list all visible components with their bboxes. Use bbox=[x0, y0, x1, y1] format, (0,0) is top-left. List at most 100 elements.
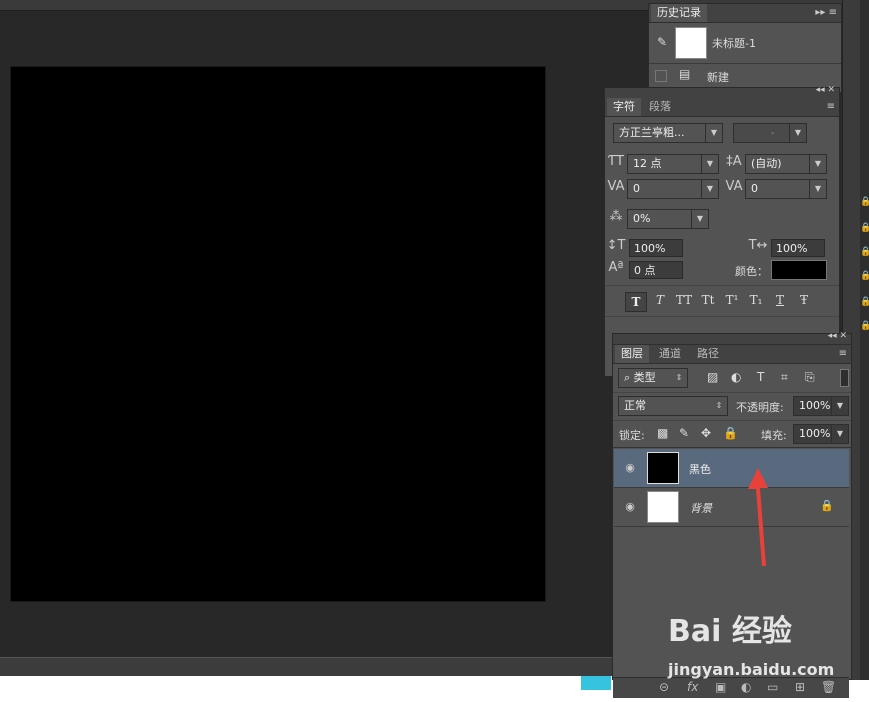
dock-strip bbox=[860, 0, 869, 680]
eye-icon[interactable]: ◉ bbox=[623, 461, 637, 474]
subscript-button[interactable]: T₁ bbox=[745, 293, 767, 307]
document-canvas[interactable] bbox=[11, 67, 545, 601]
layer-style-icon[interactable]: fx bbox=[687, 680, 698, 694]
lock-icon: 🔒 bbox=[860, 223, 869, 233]
document-icon: ▤ bbox=[679, 67, 691, 81]
fill-input[interactable]: 100% ▼ bbox=[793, 424, 849, 444]
layers-panel-titlebar: ◂◂ ✕ bbox=[613, 331, 851, 345]
chevron-down-icon: ▼ bbox=[789, 124, 806, 142]
snapshot-thumbnail bbox=[675, 27, 707, 59]
blend-mode-select[interactable]: 正常 ⇕ bbox=[618, 396, 728, 416]
chevron-updown-icon: ⇕ bbox=[715, 401, 723, 410]
new-layer-icon[interactable]: ⊞ bbox=[795, 680, 805, 694]
tab-layers[interactable]: 图层 bbox=[615, 345, 649, 363]
snapshot-name: 未标题-1 bbox=[712, 37, 756, 50]
link-layers-icon[interactable]: ⊝ bbox=[659, 680, 669, 694]
vertical-scale-input[interactable]: 100% bbox=[629, 239, 683, 257]
pixel-filter-icon[interactable]: ▨ bbox=[707, 370, 718, 384]
kerning-value: 0 bbox=[633, 182, 640, 195]
lock-transparent-icon[interactable]: ▩ bbox=[657, 426, 668, 440]
chevron-down-icon: ▼ bbox=[831, 397, 848, 415]
leading-select[interactable]: (自动) ▼ bbox=[745, 154, 827, 174]
kerning-select[interactable]: 0 ▼ bbox=[627, 179, 719, 199]
tab-channels[interactable]: 通道 bbox=[653, 345, 687, 363]
collapse-close-icon[interactable]: ◂◂ ✕ bbox=[828, 331, 847, 341]
divider bbox=[605, 316, 839, 317]
fill-value: 100% bbox=[799, 427, 831, 440]
history-checkbox[interactable] bbox=[655, 70, 667, 82]
chevron-down-icon: ▼ bbox=[701, 155, 718, 173]
layers-footer: ⊝ fx ▣ ◐ ▭ ⊞ 🗑 bbox=[613, 677, 849, 698]
tab-paragraph[interactable]: 段落 bbox=[643, 98, 677, 116]
font-size-select[interactable]: 12 点 ▼ bbox=[627, 154, 719, 174]
divider bbox=[613, 447, 851, 448]
baseline-shift-input[interactable]: 0 点 bbox=[629, 261, 683, 279]
font-family-select[interactable]: 方正兰亭粗... ▼ bbox=[613, 123, 723, 143]
lock-icon: 🔒 bbox=[860, 321, 869, 331]
filter-toggle[interactable] bbox=[840, 369, 849, 387]
eye-icon[interactable]: ◉ bbox=[623, 500, 637, 513]
small-caps-button[interactable]: Tt bbox=[697, 293, 719, 307]
tab-paths[interactable]: 路径 bbox=[691, 345, 725, 363]
chevron-down-icon: ▼ bbox=[809, 180, 826, 198]
layer-row[interactable]: ◉ 黑色 bbox=[614, 449, 849, 488]
lock-icon: 🔒 bbox=[860, 247, 869, 257]
brush-source-icon[interactable]: ✎ bbox=[654, 35, 670, 49]
divider bbox=[605, 285, 839, 286]
chevron-down-icon: ▼ bbox=[691, 210, 708, 228]
layer-filter-value: 类型 bbox=[633, 371, 656, 384]
arrow-shape bbox=[748, 468, 768, 566]
tab-character[interactable]: 字符 bbox=[607, 98, 641, 116]
opacity-input[interactable]: 100% ▼ bbox=[793, 396, 849, 416]
text-color-swatch[interactable] bbox=[771, 260, 827, 280]
type-filter-icon[interactable]: T bbox=[757, 370, 764, 384]
tsume-value: 0% bbox=[633, 212, 651, 225]
font-style-value: - bbox=[770, 126, 775, 139]
lock-icon: 🔒 bbox=[860, 297, 869, 307]
font-size-value: 12 点 bbox=[633, 157, 662, 170]
new-group-icon[interactable]: ▭ bbox=[767, 680, 778, 694]
underline-button[interactable]: T bbox=[769, 293, 791, 307]
panel-menu-icon[interactable]: ≡ bbox=[827, 98, 835, 116]
baseline-shift-icon: Aª bbox=[608, 260, 624, 275]
lock-all-icon[interactable]: 🔒 bbox=[723, 426, 738, 440]
divider bbox=[613, 392, 851, 393]
smart-object-filter-icon[interactable]: ⎘ bbox=[805, 370, 815, 385]
tracking-select[interactable]: 0 ▼ bbox=[745, 179, 827, 199]
shape-filter-icon[interactable]: ⌗ bbox=[781, 370, 788, 385]
lock-label: 锁定: bbox=[619, 429, 645, 442]
adjustment-layer-icon[interactable]: ◐ bbox=[741, 680, 751, 694]
lock-icon: 🔒 bbox=[860, 197, 869, 207]
panel-menu-icon[interactable]: ▸▸ ≡ bbox=[815, 4, 837, 22]
trash-icon[interactable]: 🗑 bbox=[821, 680, 836, 694]
strikethrough-button[interactable]: Ŧ bbox=[793, 293, 815, 307]
character-panel-header: 字符 段落 ≡ bbox=[605, 98, 839, 117]
taskbar-fragment bbox=[581, 676, 611, 690]
layer-name[interactable]: 背景 bbox=[690, 500, 712, 516]
color-label: 颜色： bbox=[735, 265, 768, 278]
annotation-arrow bbox=[748, 468, 768, 566]
history-snapshot[interactable]: ✎ 未标题-1 bbox=[649, 23, 841, 64]
font-family-value: 方正兰亭粗... bbox=[619, 126, 685, 139]
tsume-select[interactable]: 0% ▼ bbox=[627, 209, 709, 229]
collapse-close-icon[interactable]: ◂◂ ✕ bbox=[816, 85, 835, 95]
horizontal-scale-input[interactable]: 100% bbox=[771, 239, 825, 257]
vertical-scale-icon: ↕T bbox=[606, 238, 626, 253]
layer-filter-select[interactable]: ⌕ 类型 ⇕ bbox=[618, 368, 688, 388]
lock-paint-brush-icon[interactable]: ✎ bbox=[679, 426, 689, 440]
panel-menu-icon[interactable]: ≡ bbox=[839, 345, 847, 363]
layer-row[interactable]: ◉ 背景 🔒 bbox=[614, 488, 849, 527]
history-state[interactable]: ▤ 新建 bbox=[649, 64, 841, 88]
font-style-select[interactable]: - ▼ bbox=[733, 123, 807, 143]
adjustment-filter-icon[interactable]: ◐ bbox=[731, 370, 741, 384]
add-mask-icon[interactable]: ▣ bbox=[715, 680, 726, 694]
tab-history[interactable]: 历史记录 bbox=[651, 4, 707, 22]
chevron-updown-icon: ⇕ bbox=[675, 373, 683, 382]
divider bbox=[613, 420, 851, 421]
faux-bold-button[interactable]: T bbox=[625, 292, 647, 312]
faux-italic-button[interactable]: T bbox=[650, 293, 670, 307]
all-caps-button[interactable]: TT bbox=[673, 293, 695, 307]
layer-name[interactable]: 黑色 bbox=[689, 461, 711, 477]
lock-move-icon[interactable]: ✥ bbox=[701, 426, 711, 440]
superscript-button[interactable]: T¹ bbox=[721, 293, 743, 307]
